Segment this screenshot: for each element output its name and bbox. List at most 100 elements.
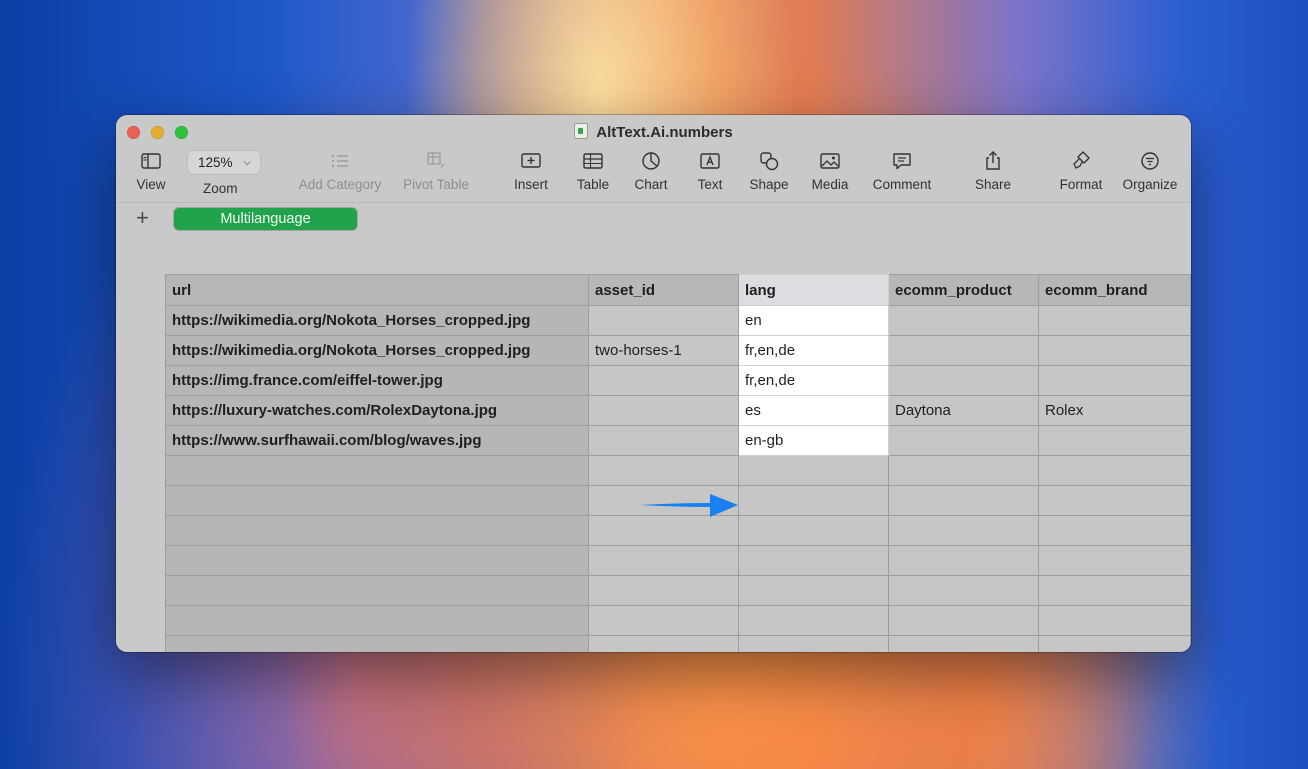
empty-row [165, 575, 1191, 606]
header-lang[interactable]: lang [738, 274, 889, 306]
empty-cell[interactable] [1038, 485, 1191, 516]
add-sheet-button[interactable]: + [136, 205, 149, 231]
empty-row [165, 635, 1191, 652]
insert-label: Insert [514, 177, 548, 192]
asset-id-cell[interactable] [588, 395, 739, 426]
ecomm-product-cell[interactable] [888, 425, 1039, 456]
format-button[interactable]: Format [1056, 149, 1106, 192]
share-button[interactable]: Share [972, 149, 1014, 192]
ecomm-product-cell[interactable] [888, 305, 1039, 336]
empty-cell[interactable] [738, 635, 889, 652]
header-ecomm-brand[interactable]: ecomm_brand [1038, 274, 1191, 306]
header-ecomm-product[interactable]: ecomm_product [888, 274, 1039, 306]
ecomm-brand-cell[interactable] [1038, 365, 1191, 396]
view-button[interactable]: View [130, 149, 172, 192]
text-box-icon [700, 153, 720, 169]
empty-cell[interactable] [165, 545, 589, 576]
data-table: url asset_id lang ecomm_product ecomm_br… [165, 274, 1191, 652]
asset-id-cell[interactable]: two-horses-1 [588, 335, 739, 366]
header-asset-id[interactable]: asset_id [588, 274, 739, 306]
empty-cell[interactable] [165, 605, 589, 636]
media-button[interactable]: Media [806, 149, 854, 192]
share-label: Share [974, 177, 1012, 192]
asset-id-cell[interactable] [588, 425, 739, 456]
url-cell[interactable]: https://wikimedia.org/Nokota_Horses_crop… [165, 335, 589, 366]
numbers-window: AltText.Ai.numbers View 125% ⌵ Zoom Add C… [116, 115, 1191, 652]
empty-cell[interactable] [165, 635, 589, 652]
table-row: https://www.surfhawaii.com/blog/waves.jp… [165, 425, 1191, 456]
empty-row [165, 605, 1191, 636]
table-label: Table [576, 177, 610, 192]
empty-cell[interactable] [1038, 635, 1191, 652]
empty-cell[interactable] [738, 605, 889, 636]
empty-cell[interactable] [588, 515, 739, 546]
empty-cell[interactable] [588, 605, 739, 636]
text-button[interactable]: Text [690, 149, 730, 192]
empty-cell[interactable] [888, 515, 1039, 546]
empty-cell[interactable] [588, 575, 739, 606]
ecomm-brand-cell[interactable] [1038, 335, 1191, 366]
empty-cell[interactable] [1038, 455, 1191, 486]
table-icon [583, 153, 603, 169]
empty-cell[interactable] [588, 545, 739, 576]
empty-cell[interactable] [1038, 545, 1191, 576]
lang-cell[interactable]: es [738, 395, 889, 426]
sheet-tab-multilanguage[interactable]: Multilanguage [174, 208, 357, 230]
empty-cell[interactable] [1038, 605, 1191, 636]
comment-button[interactable]: Comment [868, 149, 936, 192]
lang-cell[interactable]: en-gb [738, 425, 889, 456]
zoom-select[interactable]: 125% ⌵ [187, 150, 261, 175]
comment-icon [893, 153, 911, 170]
media-label: Media [811, 177, 849, 192]
table-button[interactable]: Table [571, 149, 615, 192]
empty-cell[interactable] [738, 485, 889, 516]
ecomm-product-cell[interactable] [888, 365, 1039, 396]
header-row: url asset_id lang ecomm_product ecomm_br… [165, 274, 1191, 306]
asset-id-cell[interactable] [588, 305, 739, 336]
asset-id-cell[interactable] [588, 365, 739, 396]
lang-cell[interactable]: en [738, 305, 889, 336]
empty-cell[interactable] [888, 545, 1039, 576]
organize-button[interactable]: Organize [1119, 149, 1181, 192]
ecomm-brand-cell[interactable] [1038, 425, 1191, 456]
empty-cell[interactable] [888, 455, 1039, 486]
chart-button[interactable]: Chart [630, 149, 672, 192]
ecomm-brand-cell[interactable]: Rolex [1038, 395, 1191, 426]
empty-cell[interactable] [588, 635, 739, 652]
header-url[interactable]: url [165, 274, 589, 306]
empty-cell[interactable] [165, 485, 589, 516]
empty-cell[interactable] [738, 515, 889, 546]
comment-label: Comment [872, 177, 932, 192]
pivot-table-button[interactable]: Pivot Table [397, 149, 475, 192]
url-cell[interactable]: https://wikimedia.org/Nokota_Horses_crop… [165, 305, 589, 336]
empty-cell[interactable] [1038, 575, 1191, 606]
url-cell[interactable]: https://luxury-watches.com/RolexDaytona.… [165, 395, 589, 426]
sheet-tab-bar: + Multilanguage [116, 202, 1191, 236]
empty-cell[interactable] [1038, 515, 1191, 546]
empty-cell[interactable] [588, 455, 739, 486]
lang-cell[interactable]: fr,en,de [738, 335, 889, 366]
url-cell[interactable]: https://img.france.com/eiffel-tower.jpg [165, 365, 589, 396]
paintbrush-icon [1073, 151, 1090, 169]
insert-button[interactable]: Insert [505, 149, 557, 192]
shape-button[interactable]: Shape [744, 149, 794, 192]
ecomm-brand-cell[interactable] [1038, 305, 1191, 336]
filter-icon [1141, 152, 1159, 170]
empty-cell[interactable] [165, 575, 589, 606]
empty-cell[interactable] [165, 515, 589, 546]
url-cell[interactable]: https://www.surfhawaii.com/blog/waves.jp… [165, 425, 589, 456]
lang-cell[interactable]: fr,en,de [738, 365, 889, 396]
empty-cell[interactable] [738, 575, 889, 606]
add-category-button[interactable]: Add Category [294, 149, 386, 192]
empty-row [165, 455, 1191, 486]
empty-cell[interactable] [888, 605, 1039, 636]
ecomm-product-cell[interactable]: Daytona [888, 395, 1039, 426]
empty-cell[interactable] [738, 545, 889, 576]
empty-cell[interactable] [888, 635, 1039, 652]
empty-cell[interactable] [165, 455, 589, 486]
chart-label: Chart [634, 177, 668, 192]
empty-cell[interactable] [888, 485, 1039, 516]
ecomm-product-cell[interactable] [888, 335, 1039, 366]
empty-cell[interactable] [888, 575, 1039, 606]
empty-cell[interactable] [738, 455, 889, 486]
